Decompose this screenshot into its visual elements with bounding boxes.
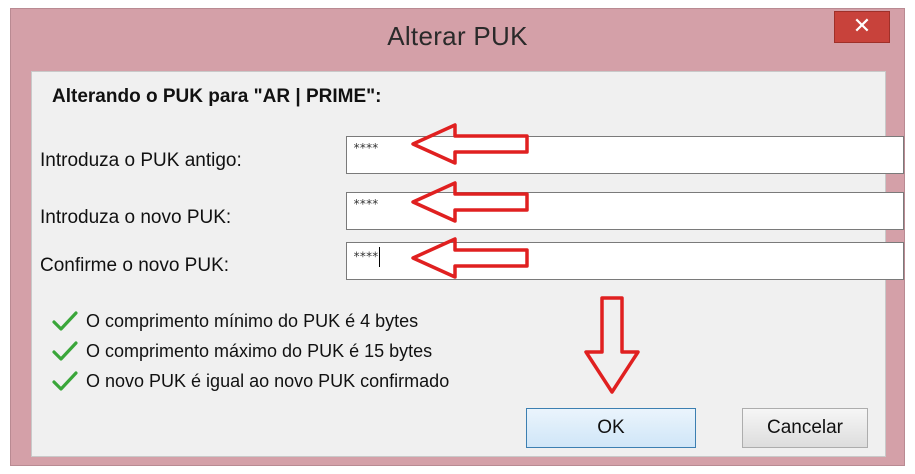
check-max-length: O comprimento máximo do PUK é 15 bytes [52,340,432,362]
close-button[interactable]: ✕ [834,11,890,43]
annotation-arrow-down-icon [584,296,640,394]
check-match-text: O novo PUK é igual ao novo PUK confirmad… [86,370,450,391]
text-caret [378,247,380,267]
old-puk-label: Introduza o PUK antigo: [40,150,242,171]
old-puk-value: **** [353,141,379,155]
dialog-heading: Alterando o PUK para "AR | PRIME": [52,86,382,107]
close-icon: ✕ [852,13,872,38]
checkmark-icon [52,341,78,361]
check-match: O novo PUK é igual ao novo PUK confirmad… [52,370,449,392]
new-puk-label: Introduza o novo PUK: [40,207,232,228]
checkmark-icon [52,311,78,331]
cancel-button[interactable]: Cancelar [742,408,868,448]
check-max-length-text: O comprimento máximo do PUK é 15 bytes [86,340,433,361]
check-min-length-text: O comprimento mínimo do PUK é 4 bytes [86,310,419,331]
confirm-puk-label: Confirme o novo PUK: [40,255,230,276]
ok-button[interactable]: OK [526,408,696,448]
annotation-arrow-left-icon [411,237,529,279]
confirm-puk-value: **** [353,249,379,264]
check-min-length: O comprimento mínimo do PUK é 4 bytes [52,310,418,332]
new-puk-value: **** [353,197,379,211]
title-bar[interactable]: Alterar PUK ✕ [11,9,904,65]
annotation-arrow-left-icon [411,123,529,165]
checkmark-icon [52,371,78,391]
annotation-arrow-left-icon [411,181,529,223]
dialog-title: Alterar PUK [387,21,528,51]
